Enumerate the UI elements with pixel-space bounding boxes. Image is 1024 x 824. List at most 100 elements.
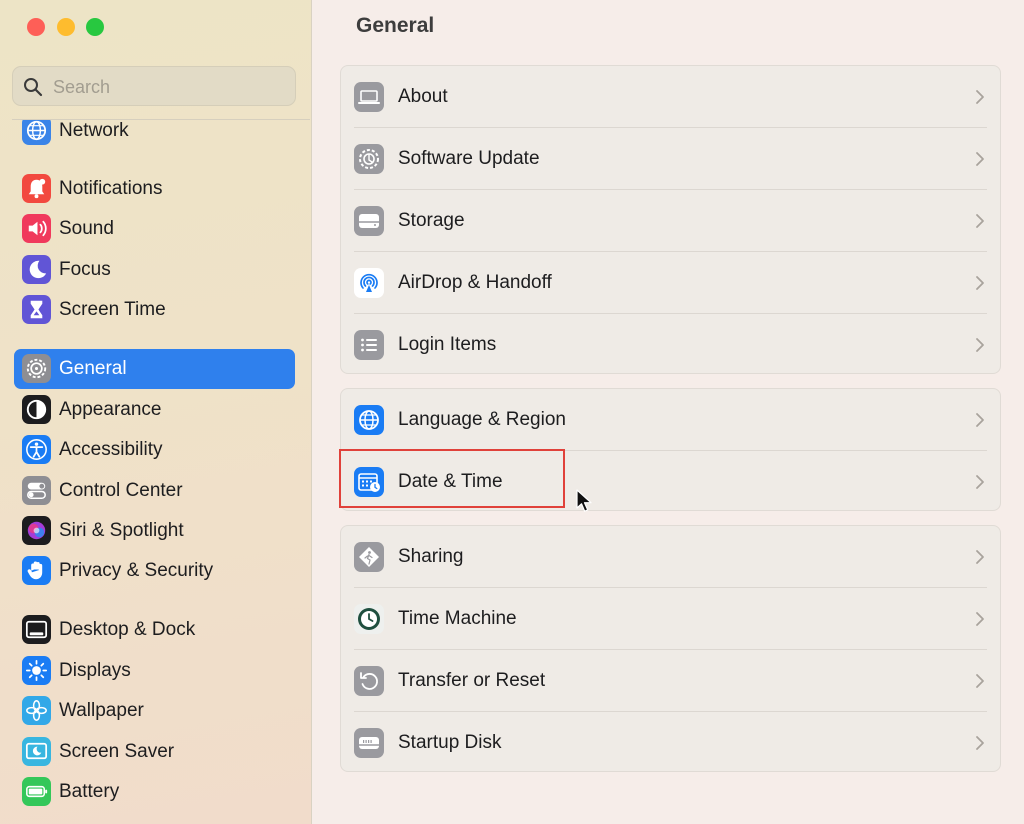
dock-icon <box>22 615 51 644</box>
sidebar-item-label: Screen Saver <box>59 741 175 762</box>
search-input[interactable] <box>51 67 291 107</box>
appearance-icon <box>22 395 51 424</box>
chevron-right-icon <box>976 612 984 626</box>
settings-group-system-info: About Software Update Storage AirDrop & … <box>340 65 1001 374</box>
sidebar-item-label: Displays <box>59 660 131 681</box>
sidebar-item-notifications[interactable]: Notifications <box>14 169 295 209</box>
row-label: Login Items <box>398 334 497 355</box>
row-about[interactable]: About <box>341 66 1000 128</box>
sidebar-item-label: Notifications <box>59 178 163 199</box>
row-label: Software Update <box>398 148 540 169</box>
sidebar-item-siri-spotlight[interactable]: Siri & Spotlight <box>14 511 295 551</box>
sidebar-item-screen-saver[interactable]: Screen Saver <box>14 732 295 772</box>
sidebar-item-label: Appearance <box>59 399 162 420</box>
storage-icon <box>354 206 384 236</box>
row-label: Time Machine <box>398 608 517 629</box>
sidebar-item-control-center[interactable]: Control Center <box>14 471 295 511</box>
row-sharing[interactable]: Sharing <box>341 526 1000 588</box>
sidebar-item-sound[interactable]: Sound <box>14 209 295 249</box>
sidebar-item-general[interactable]: General <box>14 349 295 389</box>
row-startup-disk[interactable]: Startup Disk <box>341 712 1000 774</box>
chevron-right-icon <box>976 90 984 104</box>
flower-icon <box>22 696 51 725</box>
moon-icon <box>22 255 51 284</box>
page-title: General <box>356 14 435 37</box>
chevron-right-icon <box>976 475 984 489</box>
sidebar-item-label: Control Center <box>59 480 183 501</box>
sidebar-item-network[interactable]: Network <box>14 120 295 151</box>
chevron-right-icon <box>976 338 984 352</box>
row-software-update[interactable]: Software Update <box>341 128 1000 190</box>
row-login-items[interactable]: Login Items <box>341 314 1000 376</box>
list-icon <box>354 330 384 360</box>
sidebar-item-label: General <box>59 358 127 379</box>
sidebar-item-displays[interactable]: Displays <box>14 651 295 691</box>
globe-icon <box>22 120 51 145</box>
search-icon <box>23 77 43 102</box>
sidebar-item-screen-time[interactable]: Screen Time <box>14 290 295 330</box>
time-machine-icon <box>354 604 384 634</box>
disk-icon <box>354 728 384 758</box>
sidebar-item-label: Siri & Spotlight <box>59 520 184 541</box>
row-label: Transfer or Reset <box>398 670 546 691</box>
settings-group-sharing-backup: Sharing Time Machine Transfer or Reset S… <box>340 525 1001 772</box>
laptop-icon <box>354 82 384 112</box>
sidebar-item-label: Desktop & Dock <box>59 619 196 640</box>
row-storage[interactable]: Storage <box>341 190 1000 252</box>
sharing-icon <box>354 542 384 572</box>
sidebar-item-desktop-dock[interactable]: Desktop & Dock <box>14 610 295 650</box>
gear-icon <box>22 354 51 383</box>
chevron-right-icon <box>976 214 984 228</box>
reset-icon <box>354 666 384 696</box>
chevron-right-icon <box>976 736 984 750</box>
row-language-region[interactable]: Language & Region <box>341 389 1000 451</box>
sidebar-item-label: Wallpaper <box>59 700 144 721</box>
sun-icon <box>22 656 51 685</box>
globe-icon <box>354 405 384 435</box>
screensaver-icon <box>22 737 51 766</box>
window-zoom-button[interactable] <box>86 18 104 36</box>
row-label: About <box>398 86 448 107</box>
row-label: Storage <box>398 210 465 231</box>
window-close-button[interactable] <box>27 18 45 36</box>
row-label: Language & Region <box>398 409 566 430</box>
search-field[interactable] <box>12 66 296 107</box>
airdrop-icon <box>354 268 384 298</box>
row-label: Startup Disk <box>398 732 502 753</box>
chevron-right-icon <box>976 276 984 290</box>
sidebar-item-battery[interactable]: Battery <box>14 772 295 812</box>
hand-icon <box>22 556 51 585</box>
sidebar-item-appearance[interactable]: Appearance <box>14 390 295 430</box>
chevron-right-icon <box>976 674 984 688</box>
software-update-icon <box>354 144 384 174</box>
row-time-machine[interactable]: Time Machine <box>341 588 1000 650</box>
window-minimize-button[interactable] <box>57 18 75 36</box>
row-date-time[interactable]: Date & Time <box>341 451 1000 513</box>
battery-icon <box>22 777 51 806</box>
sidebar-item-accessibility[interactable]: Accessibility <box>14 430 295 470</box>
sidebar: Network Notifications Sound Focus Screen… <box>0 0 312 824</box>
sidebar-item-label: Privacy & Security <box>59 560 214 581</box>
sidebar-item-label: Sound <box>59 218 114 239</box>
bell-icon <box>22 174 51 203</box>
toggles-icon <box>22 476 51 505</box>
siri-icon <box>22 516 51 545</box>
hourglass-icon <box>22 295 51 324</box>
row-label: AirDrop & Handoff <box>398 272 552 293</box>
chevron-right-icon <box>976 152 984 166</box>
sidebar-item-label: Network <box>59 120 129 141</box>
row-label: Date & Time <box>398 471 503 492</box>
sidebar-item-focus[interactable]: Focus <box>14 250 295 290</box>
sidebar-list: Network Notifications Sound Focus Screen… <box>0 120 311 824</box>
sidebar-item-wallpaper[interactable]: Wallpaper <box>14 691 295 731</box>
row-transfer-reset[interactable]: Transfer or Reset <box>341 650 1000 712</box>
sidebar-item-label: Accessibility <box>59 439 163 460</box>
speaker-icon <box>22 214 51 243</box>
chevron-right-icon <box>976 550 984 564</box>
sidebar-item-privacy-security[interactable]: Privacy & Security <box>14 551 295 591</box>
accessibility-icon <box>22 435 51 464</box>
row-airdrop-handoff[interactable]: AirDrop & Handoff <box>341 252 1000 314</box>
row-label: Sharing <box>398 546 464 567</box>
sidebar-item-label: Focus <box>59 259 111 280</box>
sidebar-item-label: Screen Time <box>59 299 166 320</box>
